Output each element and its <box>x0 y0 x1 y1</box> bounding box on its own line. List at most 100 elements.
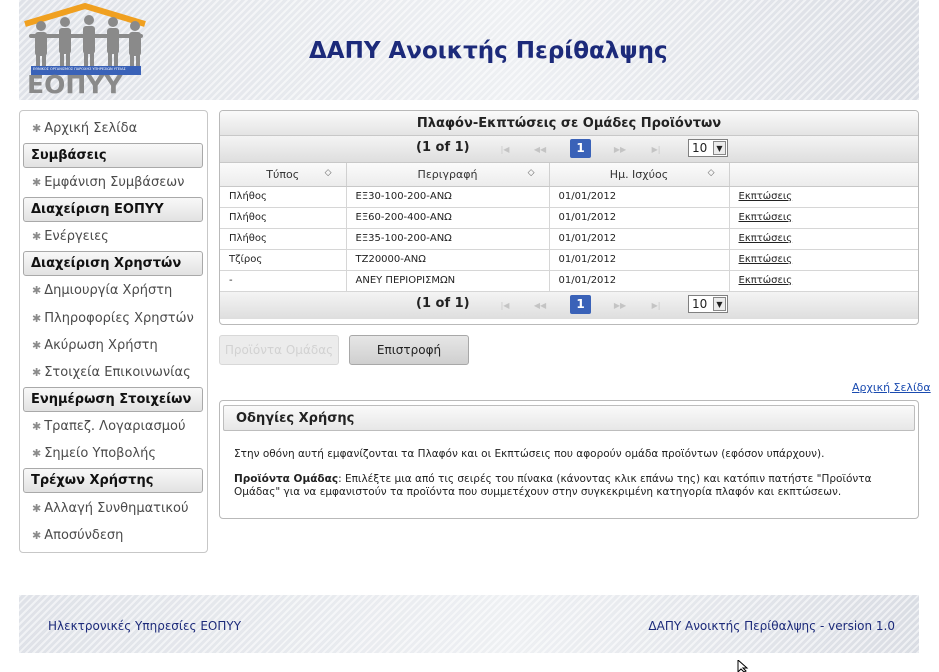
footer: Ηλεκτρονικές Υπηρεσίες ΕΟΠΥΥ ΔΑΠΥ Ανοικτ… <box>19 595 919 653</box>
cell-action: Εκπτώσεις <box>729 186 918 208</box>
next-page-icon[interactable]: ▶▶ <box>607 141 633 158</box>
sidebar-item-label: Πληροφορίες Χρηστών <box>44 311 194 326</box>
gear-icon: ✱ <box>32 502 42 515</box>
rows-per-page-select[interactable]: 10 ▼ <box>688 139 728 157</box>
column-header-actions <box>729 163 918 187</box>
discounts-link[interactable]: Εκπτώσεις <box>739 275 793 286</box>
prev-page-icon[interactable]: ◀◀ <box>527 297 553 314</box>
sidebar-item-show-contracts[interactable]: ✱ Εμφάνιση Συμβάσεων <box>32 173 184 193</box>
last-page-icon[interactable]: ▶| <box>643 297 669 314</box>
app-title: ΔΑΠΥ Ανοικτής Περίθαλψης <box>309 38 668 64</box>
sidebar-item-label: Τραπεζ. Λογαριασμού <box>44 419 186 434</box>
sort-icon: ◇ <box>324 168 332 178</box>
grid-title: Πλαφόν-Εκπτώσεις σε Ομάδες Προϊόντων <box>220 111 918 136</box>
sort-icon: ◇ <box>707 168 715 178</box>
sidebar-item-label: Εμφάνιση Συμβάσεων <box>44 175 185 190</box>
sidebar-item-bank-account[interactable]: ✱ Τραπεζ. Λογαριασμού <box>32 417 186 437</box>
current-page-button[interactable]: 1 <box>570 139 591 158</box>
sidebar-item-actions[interactable]: ✱ Ενέργειες <box>32 227 109 247</box>
gear-icon: ✱ <box>32 420 42 433</box>
help-term: Προϊόντα Ομάδας <box>234 473 339 485</box>
cell-action: Εκπτώσεις <box>729 207 918 229</box>
last-page-icon[interactable]: ▶| <box>643 141 669 158</box>
footer-version-text: ΔΑΠΥ Ανοικτής Περίθαλψης - version 1.0 <box>648 619 895 633</box>
sidebar-item-label: Αρχική Σελίδα <box>44 121 138 136</box>
sidebar-item-label: Αποσύνδεση <box>44 528 124 543</box>
sidebar-item-cancel-user[interactable]: ✱ Ακύρωση Χρήστη <box>32 336 158 356</box>
sidebar-section-contracts: Συμβάσεις <box>23 143 203 168</box>
cell-description: ΤΖ20000-ΑΝΩ <box>346 249 550 271</box>
help-paragraph: Προϊόντα Ομάδας: Επιλέξτε μια από τις σε… <box>234 473 872 498</box>
gear-icon: ✱ <box>32 284 42 297</box>
gear-icon: ✱ <box>32 230 42 243</box>
group-products-button[interactable]: Προϊόντα Ομάδας <box>219 335 339 365</box>
cell-type: - <box>220 270 347 292</box>
gear-icon: ✱ <box>32 447 42 460</box>
chevron-down-icon: ▼ <box>713 296 726 311</box>
rows-per-page-value: 10 <box>692 141 708 155</box>
sidebar-item-label: Δημιουργία Χρήστη <box>44 283 173 298</box>
sidebar-item-submission-point[interactable]: ✱ Σημείο Υποβολής <box>32 444 156 464</box>
chevron-down-icon: ▼ <box>713 141 726 155</box>
sidebar-item-label: Ενέργειες <box>44 229 109 244</box>
table-row[interactable]: Πλήθος ΕΞ30-100-200-ΑΝΩ 01/01/2012 Εκπτώ… <box>220 186 918 208</box>
cell-type: Πλήθος <box>220 186 347 208</box>
cell-description: ΕΞ35-100-200-ΑΝΩ <box>346 228 550 250</box>
cell-date: 01/01/2012 <box>549 186 730 208</box>
table-row[interactable]: - ΑΝΕΥ ΠΕΡΙΟΡΙΣΜΩΝ 01/01/2012 Εκπτώσεις <box>220 270 918 292</box>
sidebar-section-user-admin: Διαχείριση Χρηστών <box>23 251 203 276</box>
home-link[interactable]: Αρχική Σελίδα <box>852 381 931 394</box>
cell-date: 01/01/2012 <box>549 228 730 250</box>
logo-text: ΕΟΠΥΥ <box>27 70 123 99</box>
discounts-link[interactable]: Εκπτώσεις <box>739 254 793 265</box>
discounts-link[interactable]: Εκπτώσεις <box>739 212 793 223</box>
sidebar-item-home[interactable]: ✱ Αρχική Σελίδα <box>32 119 137 139</box>
column-header-description[interactable]: Περιγραφή ◇ <box>346 163 550 187</box>
gear-icon: ✱ <box>32 529 42 542</box>
sidebar-item-contact-info[interactable]: ✱ Στοιχεία Επικοινωνίας <box>32 363 191 383</box>
footer-left-text: Ηλεκτρονικές Υπηρεσίες ΕΟΠΥΥ <box>48 619 242 633</box>
help-panel: Οδηγίες Χρήσης Στην οθόνη αυτή εμφανίζον… <box>219 400 919 519</box>
sidebar-item-label: Ακύρωση Χρήστη <box>44 338 158 353</box>
gear-icon: ✱ <box>32 366 42 379</box>
cell-date: 01/01/2012 <box>549 270 730 292</box>
cell-action: Εκπτώσεις <box>729 228 918 250</box>
back-button[interactable]: Επιστροφή <box>349 335 469 365</box>
table-row[interactable]: Τζίρος ΤΖ20000-ΑΝΩ 01/01/2012 Εκπτώσεις <box>220 249 918 271</box>
sidebar-item-change-password[interactable]: ✱ Αλλαγή Συνθηματικού <box>32 499 189 519</box>
header-banner: ΕΘΝΙΚΟΣ ΟΡΓΑΝΙΣΜΟΣ ΠΑΡΟΧΗΣ ΥΠΗΡΕΣΙΩΝ ΥΓΕ… <box>19 0 919 100</box>
sidebar-item-create-user[interactable]: ✱ Δημιουργία Χρήστη <box>32 281 172 301</box>
cell-description: ΑΝΕΥ ΠΕΡΙΟΡΙΣΜΩΝ <box>346 270 550 292</box>
column-header-type[interactable]: Τύπος ◇ <box>220 163 347 187</box>
page-indicator: (1 of 1) <box>416 295 470 311</box>
gear-icon: ✱ <box>32 122 42 135</box>
sidebar-section-eopyy-admin: Διαχείριση ΕΟΠΥΥ <box>23 197 203 222</box>
cell-description: ΕΞ60-200-400-ΑΝΩ <box>346 207 550 229</box>
gear-icon: ✱ <box>32 339 42 352</box>
rows-per-page-select[interactable]: 10 ▼ <box>688 294 728 313</box>
sidebar-item-logout[interactable]: ✱ Αποσύνδεση <box>32 526 123 546</box>
sort-icon: ◇ <box>527 168 535 178</box>
discount-groups-grid: Πλαφόν-Εκπτώσεις σε Ομάδες Προϊόντων (1 … <box>219 110 919 325</box>
table-row[interactable]: Πλήθος ΕΞ60-200-400-ΑΝΩ 01/01/2012 Εκπτώ… <box>220 207 918 229</box>
sidebar-section-current-user: Τρέχων Χρήστης <box>23 468 203 493</box>
first-page-icon[interactable]: |◀ <box>492 141 518 158</box>
help-body: Στην οθόνη αυτή εμφανίζονται τα Πλαφόν κ… <box>234 448 906 511</box>
cell-action: Εκπτώσεις <box>729 249 918 271</box>
discounts-link[interactable]: Εκπτώσεις <box>739 191 793 202</box>
help-title: Οδηγίες Χρήσης <box>223 405 915 431</box>
discounts-link[interactable]: Εκπτώσεις <box>739 233 793 244</box>
sidebar-item-label: Σημείο Υποβολής <box>44 446 156 461</box>
next-page-icon[interactable]: ▶▶ <box>607 297 633 314</box>
gear-icon: ✱ <box>32 176 42 189</box>
sidebar-menu: ✱ Αρχική Σελίδα Συμβάσεις ✱ Εμφάνιση Συμβά… <box>19 110 208 553</box>
sidebar-item-label: Αλλαγή Συνθηματικού <box>44 501 189 516</box>
sidebar-item-user-info[interactable]: ✱ Πληροφορίες Χρηστών <box>32 309 194 329</box>
current-page-button[interactable]: 1 <box>570 294 591 314</box>
help-paragraph: Στην οθόνη αυτή εμφανίζονται τα Πλαφόν κ… <box>234 448 825 460</box>
table-row[interactable]: Πλήθος ΕΞ35-100-200-ΑΝΩ 01/01/2012 Εκπτώ… <box>220 228 918 250</box>
prev-page-icon[interactable]: ◀◀ <box>527 141 553 158</box>
first-page-icon[interactable]: |◀ <box>492 297 518 314</box>
cell-description: ΕΞ30-100-200-ΑΝΩ <box>346 186 550 208</box>
column-header-date[interactable]: Ημ. Ισχύος ◇ <box>549 163 730 187</box>
